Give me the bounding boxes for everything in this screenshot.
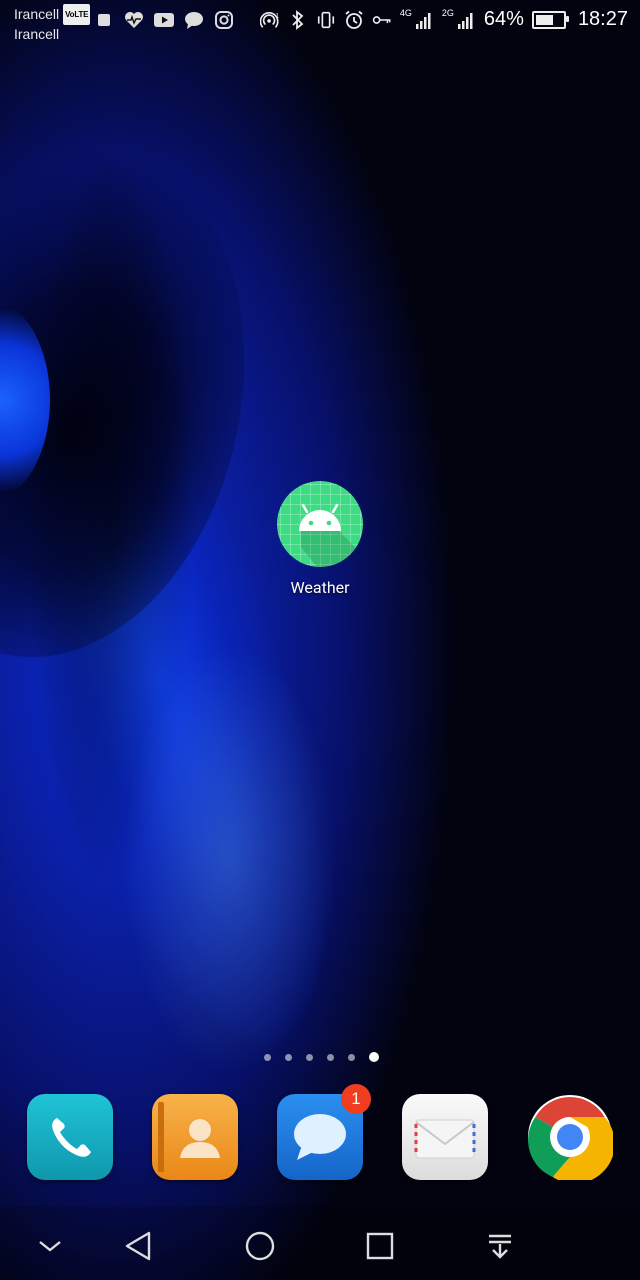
page-dot[interactable]	[285, 1053, 292, 1061]
app-label[interactable]: Weather	[250, 578, 390, 597]
page-dot[interactable]	[264, 1053, 271, 1061]
weather-app-icon[interactable]	[277, 481, 363, 567]
dock: 1	[0, 1084, 640, 1184]
contacts-app-button[interactable]	[152, 1094, 238, 1180]
alarm-icon	[344, 10, 364, 30]
clock: 18:27	[577, 8, 628, 30]
contacts-icon	[158, 1102, 220, 1172]
chrome-app-button[interactable]	[527, 1094, 615, 1184]
navigation-bar	[0, 1206, 640, 1280]
network-type-2: 2G	[441, 7, 454, 18]
status-bar[interactable]: Irancell VoLTE Irancell 1 4G 2G 64% 18:2…	[0, 0, 640, 48]
signal-icon	[456, 10, 476, 30]
network-type-1: 4G	[399, 7, 412, 18]
key-icon	[372, 10, 392, 30]
android-icon	[299, 503, 363, 567]
back-button[interactable]	[118, 1226, 158, 1266]
chevron-down-icon	[39, 1241, 61, 1252]
page-dot[interactable]	[306, 1053, 313, 1061]
carrier-info: Irancell VoLTE Irancell	[14, 4, 91, 44]
chat-icon	[184, 10, 204, 30]
battery-percent: 64%	[483, 8, 524, 30]
notification-pull-button[interactable]	[480, 1226, 520, 1266]
notification-pull-icon	[489, 1234, 511, 1259]
recents-button[interactable]	[360, 1226, 400, 1266]
home-icon	[245, 1231, 275, 1261]
email-icon	[414, 1119, 476, 1159]
phone-icon	[52, 1118, 91, 1157]
youtube-icon	[154, 10, 174, 30]
page-dot-active[interactable]	[369, 1052, 379, 1062]
unread-badge: 1	[341, 1084, 371, 1114]
back-icon	[125, 1231, 151, 1261]
stop-icon	[94, 10, 114, 30]
page-dot[interactable]	[348, 1053, 355, 1061]
carrier-2-name: Irancell	[14, 26, 60, 42]
email-app-button[interactable]	[402, 1094, 488, 1180]
home-button[interactable]	[240, 1226, 280, 1266]
page-dot[interactable]	[327, 1053, 334, 1061]
recents-icon	[366, 1232, 394, 1260]
volte-badge: VoLTE	[63, 4, 91, 25]
battery-level	[535, 14, 553, 25]
health-icon	[124, 10, 144, 30]
instagram-icon	[214, 10, 234, 30]
page-indicator[interactable]	[264, 1052, 379, 1062]
system-status: 1 4G 2G 64% 18:27	[259, 7, 628, 31]
bluetooth-icon	[288, 9, 308, 30]
signal-icon	[414, 10, 434, 30]
wallpaper-speckles	[120, 640, 340, 1080]
carrier-1-name: Irancell	[14, 6, 60, 22]
battery-icon	[531, 10, 569, 29]
notification-icons	[94, 10, 234, 30]
svg-text:1: 1	[275, 12, 279, 19]
wallpaper	[0, 0, 640, 1280]
chrome-icon	[528, 1095, 615, 1184]
hide-nav-button[interactable]	[30, 1226, 70, 1266]
messages-app-button[interactable]: 1	[277, 1084, 371, 1180]
phone-app-button[interactable]	[27, 1094, 113, 1180]
vibrate-icon	[316, 10, 336, 30]
hotspot-icon: 1	[259, 10, 280, 30]
